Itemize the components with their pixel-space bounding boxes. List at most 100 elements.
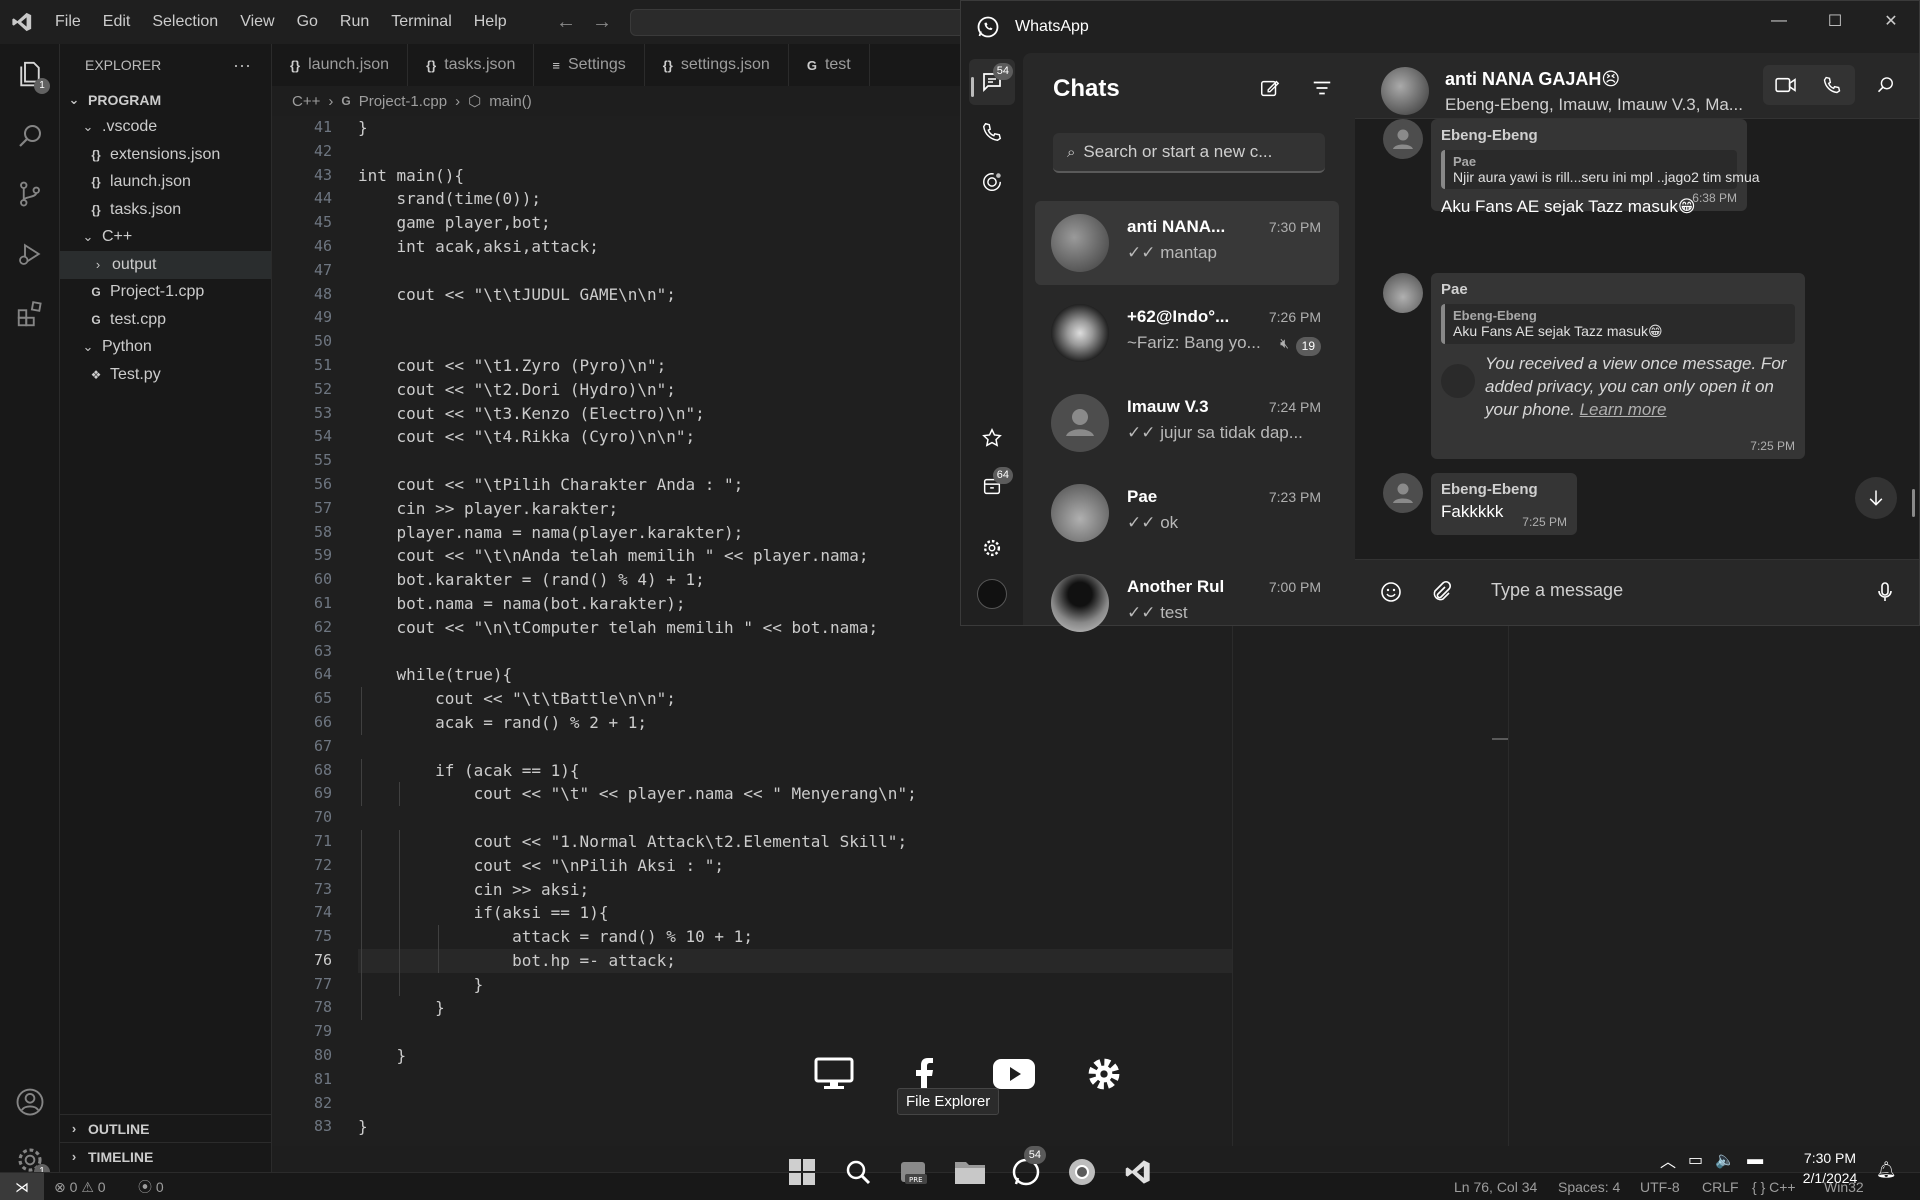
- chevron-up-icon[interactable]: ︿: [1660, 1148, 1676, 1172]
- message-list[interactable]: Ebeng-Ebeng Pae Njir aura yawi is rill..…: [1355, 119, 1919, 559]
- chat-item-anti-nana[interactable]: anti NANA... 7:30 PM ✓✓ mantap: [1035, 201, 1339, 285]
- forward-arrow-icon[interactable]: →: [592, 11, 612, 34]
- chat-item-pae[interactable]: Pae 7:23 PM ✓✓ ok: [1035, 471, 1339, 555]
- quoted-message[interactable]: Ebeng-Ebeng Aku Fans AE sejak Tazz masuk…: [1441, 304, 1795, 344]
- menu-view[interactable]: View: [229, 0, 285, 44]
- indentation[interactable]: Spaces: 4: [1558, 1173, 1620, 1200]
- rail-archived[interactable]: 64: [969, 463, 1015, 509]
- rail-calls[interactable]: [969, 109, 1015, 155]
- tab-launch-json[interactable]: {} launch.json: [272, 44, 409, 86]
- menu-help[interactable]: Help: [463, 0, 518, 44]
- chrome-icon[interactable]: [1060, 1150, 1104, 1194]
- breadcrumb-file[interactable]: Project-1.cpp: [359, 93, 447, 110]
- message-input[interactable]: Type a message: [1491, 580, 1623, 601]
- close-icon[interactable]: ✕: [1863, 1, 1919, 41]
- filter-icon[interactable]: [1311, 77, 1333, 99]
- whatsapp-taskbar-icon[interactable]: 54: [1004, 1146, 1048, 1194]
- emoji-icon[interactable]: [1379, 580, 1403, 604]
- outline-section[interactable]: › OUTLINE: [60, 1114, 272, 1142]
- rail-starred[interactable]: [969, 415, 1015, 461]
- learn-more-link[interactable]: Learn more: [1580, 400, 1667, 419]
- video-call-icon[interactable]: [1763, 65, 1809, 105]
- folder-python[interactable]: ⌄ Python: [60, 334, 271, 362]
- file-project-1-cpp[interactable]: G Project-1.cpp: [60, 279, 271, 307]
- tab-test[interactable]: Gtest: [789, 44, 870, 86]
- display-icon[interactable]: ▭: [1688, 1150, 1703, 1170]
- chat-item-imauw-v3[interactable]: Imauw V.3 7:24 PM ✓✓ jujur sa tidak dap.…: [1035, 381, 1339, 465]
- message-bubble[interactable]: Ebeng-Ebeng Pae Njir aura yawi is rill..…: [1431, 119, 1760, 216]
- explorer-activity[interactable]: 1: [0, 46, 60, 102]
- file-test-py[interactable]: ❖ Test.py: [60, 361, 271, 389]
- file-test-cpp[interactable]: Gtest.cpp: [60, 306, 271, 334]
- search-messages-icon[interactable]: [1863, 65, 1909, 105]
- start-icon[interactable]: [780, 1150, 824, 1194]
- encoding[interactable]: UTF-8: [1640, 1173, 1680, 1200]
- search-activity[interactable]: [0, 108, 60, 164]
- scroll-to-bottom-button[interactable]: [1855, 477, 1897, 519]
- tab-tasks-json[interactable]: {} tasks.json: [408, 44, 535, 86]
- maximize-icon[interactable]: ☐: [1807, 1, 1863, 41]
- remote-icon[interactable]: ⋊: [0, 1173, 44, 1200]
- chat-search-input[interactable]: ⌕ Search or start a new c...: [1053, 133, 1325, 173]
- attach-icon[interactable]: [1429, 580, 1453, 604]
- chat-item-another-rul[interactable]: Another Rul 7:00 PM ✓✓ test: [1035, 561, 1339, 645]
- menu-go[interactable]: Go: [286, 0, 329, 44]
- explorer-more-icon[interactable]: ···: [233, 55, 251, 76]
- file-extensions-json[interactable]: {} extensions.json: [60, 141, 271, 169]
- desktop-monitor-icon[interactable]: [812, 1052, 856, 1096]
- voice-call-icon[interactable]: [1809, 65, 1855, 105]
- extensions-activity[interactable]: [0, 286, 60, 342]
- source-control-activity[interactable]: [0, 166, 60, 222]
- breadcrumb-folder[interactable]: C++: [292, 93, 320, 110]
- menu-edit[interactable]: Edit: [92, 0, 142, 44]
- file-tasks-json[interactable]: {} tasks.json: [60, 196, 271, 224]
- ports-status[interactable]: ⦿ 0: [138, 1173, 164, 1200]
- menu-file[interactable]: File: [44, 0, 92, 44]
- folder-output[interactable]: › output: [60, 251, 271, 279]
- notification-bell-icon[interactable]: 🔔︎: [1876, 1160, 1896, 1180]
- menu-selection[interactable]: Selection: [141, 0, 229, 44]
- message-bubble[interactable]: Ebeng-Ebeng Fakkkkk 7:25 PM: [1431, 473, 1577, 535]
- tab-settings-json[interactable]: {} settings.json: [645, 44, 789, 86]
- vscode-taskbar-icon[interactable]: [1116, 1150, 1160, 1194]
- menu-run[interactable]: Run: [329, 0, 380, 44]
- settings-gear-icon[interactable]: [1082, 1052, 1126, 1096]
- rail-settings[interactable]: [969, 525, 1015, 571]
- folder-cpp[interactable]: ⌄ C++: [60, 224, 271, 252]
- rail-profile[interactable]: [969, 571, 1015, 617]
- rail-chats[interactable]: 54: [969, 59, 1015, 105]
- folder-program[interactable]: ⌄ PROGRAM: [60, 86, 271, 114]
- breadcrumb-symbol[interactable]: main(): [489, 93, 532, 110]
- conversation-header[interactable]: anti NANA GAJAH😣 Ebeng-Ebeng, Imauw, Ima…: [1355, 53, 1919, 119]
- cursor-position[interactable]: Ln 76, Col 34: [1454, 1173, 1537, 1200]
- message-bubble[interactable]: Pae Ebeng-Ebeng Aku Fans AE sejak Tazz m…: [1431, 273, 1805, 459]
- language-mode[interactable]: { } C++: [1752, 1173, 1796, 1200]
- minimize-icon[interactable]: —: [1751, 1, 1807, 41]
- run-debug-activity[interactable]: [0, 226, 60, 282]
- vscode-logo-icon: [0, 0, 44, 44]
- taskbar-clock[interactable]: 7:30 PM 2/1/2024: [1794, 1148, 1866, 1188]
- photoshop-icon[interactable]: PRE: [892, 1150, 936, 1194]
- menu-terminal[interactable]: Terminal: [380, 0, 462, 44]
- file-explorer-icon[interactable]: [948, 1150, 992, 1194]
- microphone-icon[interactable]: [1873, 580, 1897, 604]
- problems-status[interactable]: ⊗ 0 ⚠ 0: [54, 1173, 106, 1200]
- folder-vscode[interactable]: ⌄ .vscode: [60, 114, 271, 142]
- back-arrow-icon[interactable]: ←: [556, 11, 576, 34]
- timeline-section[interactable]: › TIMELINE: [60, 1142, 272, 1170]
- search-icon[interactable]: [836, 1150, 880, 1194]
- command-center-search[interactable]: [630, 9, 970, 36]
- avatar: [1051, 214, 1109, 272]
- volume-icon[interactable]: 🔈: [1715, 1150, 1735, 1170]
- chat-item-indo-group[interactable]: +62@Indo°... 7:26 PM ~Fariz: Bang yo... …: [1035, 291, 1339, 375]
- battery-icon[interactable]: ▬: [1747, 1151, 1763, 1169]
- end-of-line[interactable]: CRLF: [1702, 1173, 1739, 1200]
- rail-status[interactable]: [969, 159, 1015, 205]
- tab-settings[interactable]: ≡ Settings: [534, 44, 645, 86]
- accounts-activity[interactable]: [0, 1074, 60, 1130]
- code-text: cout << "\t2.Dori (Hydro)\n";: [358, 379, 676, 399]
- file-launch-json[interactable]: {} launch.json: [60, 169, 271, 197]
- quoted-message[interactable]: Pae Njir aura yawi is rill...seru ini mp…: [1441, 150, 1760, 189]
- conversation-scrollbar[interactable]: [1912, 489, 1915, 517]
- new-chat-icon[interactable]: [1259, 77, 1281, 99]
